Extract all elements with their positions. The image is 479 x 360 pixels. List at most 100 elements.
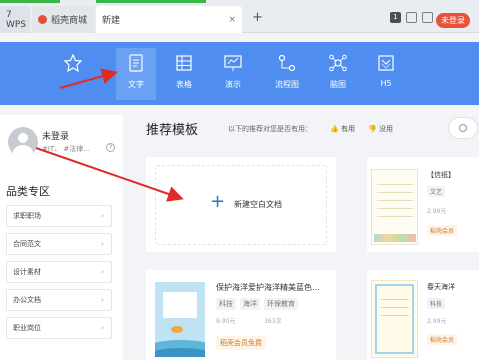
new-doc-type-ribbon: 文字 表格 演示 流程图 脑图 H5 [0, 42, 479, 105]
search-icon[interactable] [448, 117, 478, 139]
mindmap-icon [329, 54, 347, 72]
thumbnail-line [377, 184, 413, 185]
template-thumbnail [371, 280, 418, 358]
template-vip-badge: 稻壳会员免费 [216, 336, 266, 350]
thumbnail-line [377, 216, 413, 217]
category-item-office[interactable]: 办公文档 › [6, 289, 112, 311]
ribbon-item-recommended[interactable] [53, 48, 93, 100]
chevron-right-icon: › [100, 211, 104, 220]
plus-icon: + [210, 191, 226, 212]
category-label: 职业岗位 [13, 324, 41, 332]
thumbnail-line [381, 299, 409, 300]
tab-accent-strip [96, 0, 206, 3]
minimize-icon[interactable] [422, 12, 433, 23]
template-title: 春天海洋 [427, 283, 455, 291]
tab-accent-strip [0, 0, 60, 3]
tab-wps-label: 7 WPS [6, 9, 27, 30]
chevron-right-icon: › [100, 239, 104, 248]
user-tags: #IT、 #法律... [42, 145, 90, 153]
ribbon-item-writer[interactable]: 文字 [116, 48, 156, 100]
tab-new-label: 新建 [102, 16, 121, 26]
tab-docer-store[interactable]: 稻壳商城 [32, 6, 94, 33]
category-section-title: 品类专区 [6, 185, 50, 198]
flowchart-icon [278, 54, 296, 72]
presentation-icon [224, 55, 242, 71]
thumbnail-border [375, 284, 414, 354]
ribbon-item-label: 演示 [225, 80, 241, 89]
ribbon-item-label: H5 [380, 79, 392, 88]
category-label: 合同范文 [13, 240, 41, 248]
table-icon [176, 55, 192, 71]
user-name[interactable]: 未登录 [42, 129, 69, 142]
thumbnail-wave [155, 348, 205, 357]
template-thumbnail [155, 282, 205, 357]
ribbon-item-label: 表格 [176, 80, 192, 89]
template-card-ocean[interactable]: 保护海洋爱护海洋精美蓝色... 科技 海洋 环保教育 9.90元 363次 稻壳… [146, 270, 336, 360]
thumbnail-line [381, 307, 409, 308]
tab-wps[interactable]: 7 WPS [0, 6, 30, 33]
login-button[interactable]: 未登录 [436, 13, 470, 28]
category-item-career[interactable]: 职业岗位 › [6, 317, 112, 339]
template-card-letter[interactable]: 【信纸】 文艺 2.99元 稻壳会员 [367, 157, 479, 252]
template-tag: 文艺 [427, 186, 446, 197]
template-tag: 科技 [216, 298, 236, 310]
h5-icon [378, 55, 394, 71]
close-tab-icon[interactable]: × [228, 15, 236, 25]
template-title: 保护海洋爱护海洋精美蓝色... [216, 283, 320, 292]
feedback-useless-button[interactable]: 👎 没用 [368, 124, 393, 134]
ribbon-item-label: 流程图 [275, 80, 299, 89]
tab-new[interactable]: 新建 × [96, 6, 242, 33]
document-icon [129, 54, 143, 72]
thumbnail-fish [171, 326, 183, 333]
template-downloads: 363次 [264, 318, 282, 325]
category-item-job[interactable]: 求职职场 › [6, 205, 112, 227]
template-tag: 海洋 [240, 298, 260, 310]
category-label: 设计素材 [13, 268, 41, 276]
window-controls: 1 [390, 12, 433, 23]
avatar[interactable] [8, 127, 38, 157]
thumbnail-line [377, 208, 413, 209]
ribbon-item-h5[interactable]: H5 [366, 48, 406, 100]
thumbnail-line [377, 200, 413, 201]
tab-store-label: 稻壳商城 [51, 16, 88, 26]
docer-logo-icon [38, 15, 47, 24]
ribbon-item-label: 文字 [128, 80, 144, 89]
feedback-useful-button[interactable]: 👍 有用 [330, 124, 355, 134]
window-icon[interactable]: 1 [390, 12, 401, 23]
ribbon-item-label: 脑图 [330, 80, 346, 89]
thumbnail-decoration [374, 234, 416, 242]
ribbon-item-flowchart[interactable]: 流程图 [267, 48, 307, 100]
chevron-right-icon: › [100, 295, 104, 304]
template-price: 2.99元 [427, 208, 447, 215]
skin-icon[interactable] [406, 12, 417, 23]
chevron-right-icon: › [100, 267, 104, 276]
template-price: 9.90元 [216, 318, 236, 325]
sidebar: 未登录 #IT、 #法律... ? 品类专区 求职职场 › 合同范文 › 设计素材 ›… [0, 115, 123, 360]
template-price: 2.99元 [427, 318, 447, 325]
new-blank-document-label: 新建空白文档 [234, 200, 282, 209]
new-blank-document-card[interactable]: + 新建空白文档 [146, 157, 336, 252]
feedback-question: 以下的推荐对您是否有用： [228, 125, 312, 133]
category-label: 办公文档 [13, 296, 41, 304]
chevron-right-icon: › [100, 323, 104, 332]
new-tab-button[interactable]: + [252, 11, 263, 24]
template-thumbnail [371, 169, 418, 245]
template-card-spring[interactable]: 春天海洋 科技 2.99元 稻壳会员 [367, 270, 479, 360]
ribbon-item-mindmap[interactable]: 脑图 [318, 48, 358, 100]
star-icon [63, 53, 83, 73]
category-item-contract[interactable]: 合同范文 › [6, 233, 112, 255]
ribbon-item-spreadsheet[interactable]: 表格 [164, 48, 204, 100]
thumbnail-line [381, 315, 409, 316]
category-label: 求职职场 [13, 212, 41, 220]
ribbon-item-presentation[interactable]: 演示 [213, 48, 253, 100]
template-title: 【信纸】 [427, 171, 455, 179]
template-vip-badge: 稻壳会员 [427, 225, 458, 236]
tab-bar: 7 WPS 稻壳商城 新建 × + 1 未登录 [0, 0, 479, 33]
category-item-design[interactable]: 设计素材 › [6, 261, 112, 283]
template-vip-badge: 稻壳会员 [427, 334, 458, 345]
template-tag: 科技 [427, 298, 446, 309]
help-icon[interactable]: ? [106, 143, 115, 152]
thumbnail-line [377, 192, 413, 193]
template-tag: 环保教育 [264, 298, 298, 310]
blank-document-dropzone: + 新建空白文档 [155, 165, 327, 245]
